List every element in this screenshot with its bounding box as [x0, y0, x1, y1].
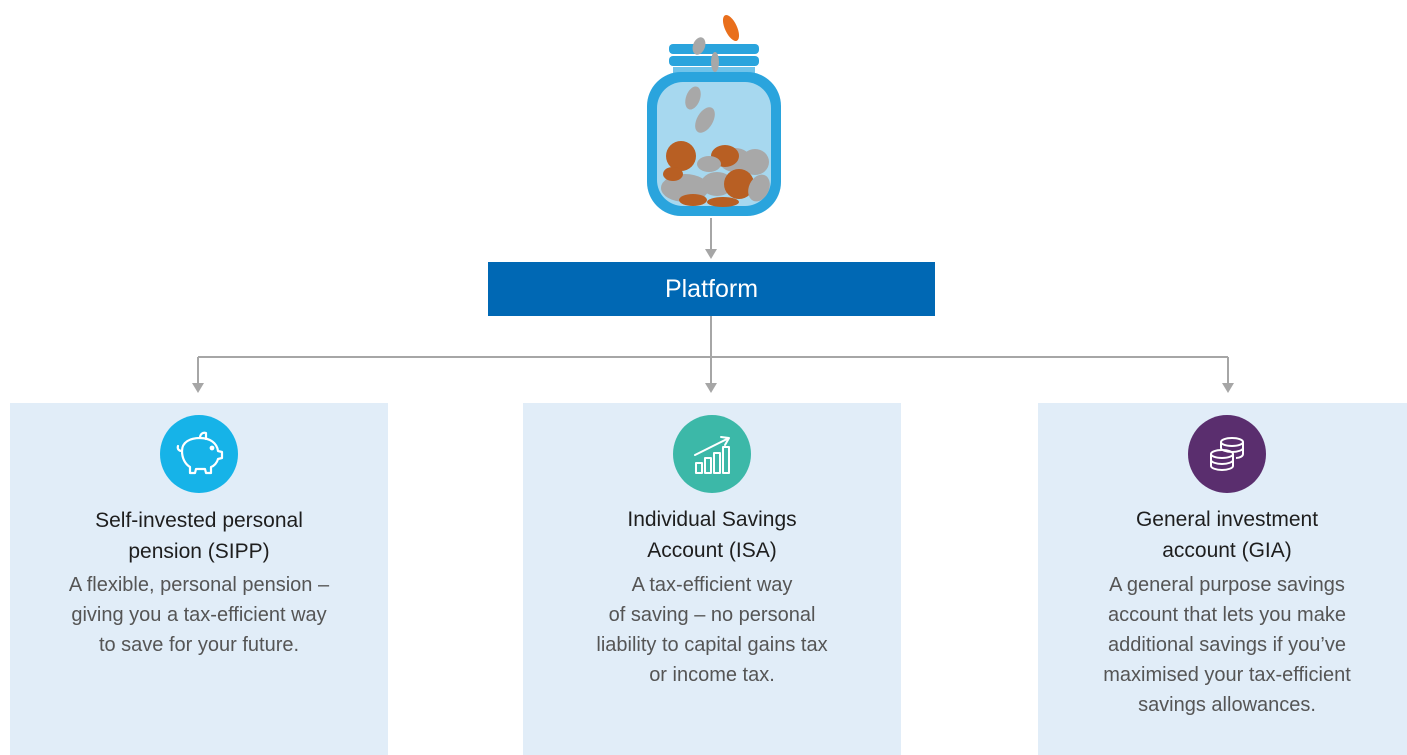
- piggy-bank-icon: [160, 415, 238, 493]
- arrowhead-to-platform: [705, 249, 717, 259]
- description-line: A tax-efficient way: [631, 574, 793, 596]
- title-line: Account (ISA): [647, 539, 777, 562]
- savings-jar-icon: [647, 15, 781, 216]
- arrowhead-to-isa: [705, 383, 717, 393]
- title-line: General investment: [1135, 508, 1319, 531]
- title-line: pension (SIPP): [128, 540, 270, 563]
- description-line: giving you a tax-efficient way: [71, 604, 327, 626]
- description-line: or income tax.: [649, 664, 775, 686]
- growth-chart-icon: [673, 415, 751, 493]
- description-line: maximised your tax-efficient: [1103, 664, 1351, 686]
- arrowhead-to-gia: [1222, 383, 1234, 393]
- description-line: additional savings if you’ve: [1108, 634, 1346, 656]
- gia-description: A general purpose savings account that l…: [1038, 570, 1407, 720]
- gia-title: General investment account (GIA): [1038, 504, 1407, 566]
- description-line: A flexible, personal pension –: [68, 574, 330, 596]
- description-line: to save for your future.: [98, 634, 300, 656]
- title-line: Self-invested personal: [95, 509, 303, 532]
- isa-description: A tax-efficient way of saving – no perso…: [523, 570, 901, 690]
- description-line: account that lets you make: [1108, 604, 1346, 626]
- sipp-card: Self-invested personal pension (SIPP) A …: [10, 403, 388, 755]
- sipp-title: Self-invested personal pension (SIPP): [10, 505, 388, 567]
- isa-title: Individual Savings Account (ISA): [523, 504, 901, 566]
- description-line: liability to capital gains tax: [596, 634, 828, 656]
- description-line: of saving – no personal: [608, 604, 816, 626]
- platform-box: Platform: [488, 262, 935, 316]
- arrowhead-to-sipp: [192, 383, 204, 393]
- coin-stack-icon: [1188, 415, 1266, 493]
- description-line: A general purpose savings: [1109, 574, 1345, 596]
- isa-card: Individual Savings Account (ISA) A tax-e…: [523, 403, 901, 755]
- sipp-description: A flexible, personal pension – giving yo…: [10, 570, 388, 660]
- gia-card: General investment account (GIA) A gener…: [1038, 403, 1407, 755]
- platform-label: Platform: [664, 274, 759, 303]
- title-line: Individual Savings: [627, 508, 797, 531]
- title-line: account (GIA): [1162, 539, 1292, 562]
- description-line: savings allowances.: [1138, 694, 1316, 716]
